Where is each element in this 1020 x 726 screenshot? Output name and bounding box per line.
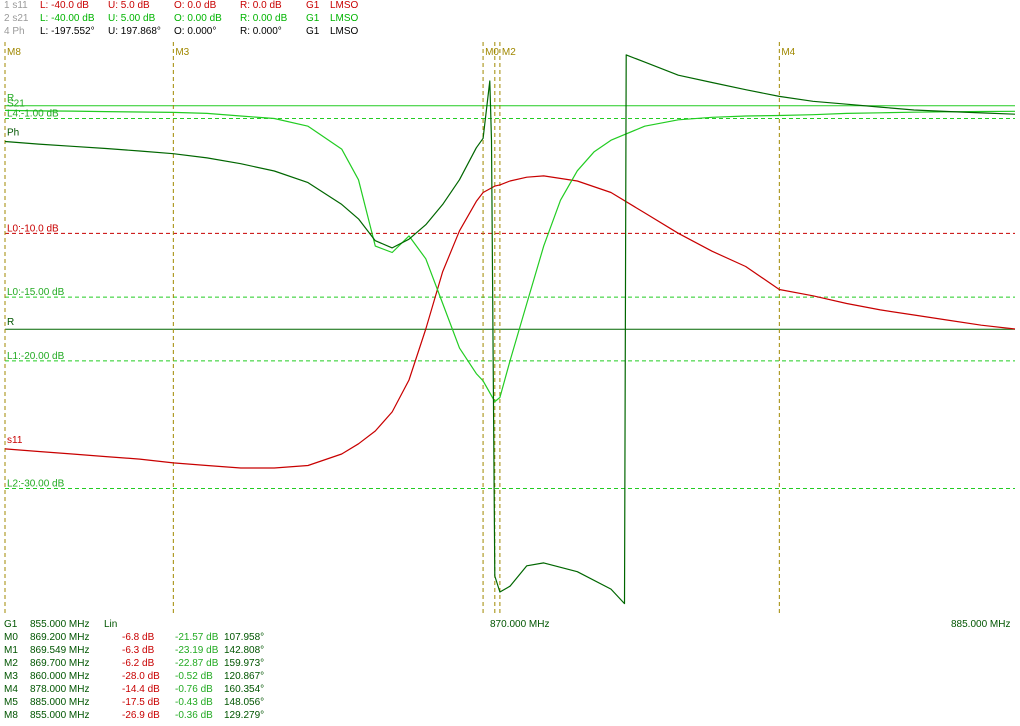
marker-cell-freq: 869.200 MHz [30,632,90,643]
marker-label-m0: M0 [485,47,499,58]
trace-label-s21: S21 [7,98,25,109]
header-mode: LMSO [330,13,359,24]
marker-cell-name: M2 [4,658,18,669]
limit-label-0: L4:-1.00 dB [7,109,59,120]
limit-label-1: L0:-10.0 dB [7,223,59,234]
marker-cell-name: M1 [4,645,18,656]
header-gen: G1 [306,13,320,24]
marker-label-m8: M8 [7,47,21,58]
marker-cell-s11: -28.0 dB [122,671,160,682]
marker-cell-s11: -14.4 dB [122,684,160,695]
header-gen: G1 [306,0,320,11]
header-ref: R: 0.0 dB [240,0,282,11]
marker-cell-s11: -17.5 dB [122,697,160,708]
marker-cell-freq: 869.549 MHz [30,645,90,656]
marker-label-m4: M4 [781,47,795,58]
axis-scale: Lin [104,619,118,630]
limit-label-4: L2:-30.00 dB [7,478,65,489]
header-low: L: -197.552° [40,26,95,37]
marker-cell-freq: 885.000 MHz [30,697,90,708]
header-ref: R: 0.00 dB [240,13,288,24]
marker-cell-name: M0 [4,632,18,643]
axis-gen: G1 [4,619,18,630]
axis-stop: 885.000 MHz [951,619,1011,630]
marker-label-m2: M2 [502,47,516,58]
trace-label-phase: Ph [7,128,19,139]
marker-cell-ph: 129.279° [224,710,265,721]
marker-cell-s11: -6.8 dB [122,632,155,643]
header-ref: R: 0.000° [240,26,282,37]
marker-cell-name: M4 [4,684,18,695]
marker-cell-ph: 107.958° [224,632,265,643]
header-name: 2 s21 [4,13,29,24]
marker-cell-ph: 160.354° [224,684,265,695]
marker-cell-ph: 148.056° [224,697,265,708]
marker-cell-name: M5 [4,697,18,708]
header-off: O: 0.000° [174,26,217,37]
header-mode: LMSO [330,26,359,37]
header-off: O: 0.00 dB [174,13,222,24]
header-up: U: 197.868° [108,26,161,37]
marker-cell-s11: -26.9 dB [122,710,160,721]
chart-plot: L4:-1.00 dB L0:-10.0 dB L0:-15.00 dB L1:-20… [4,42,1016,616]
trace-label-s11: s11 [7,435,23,446]
axis-center: 870.000 MHz [490,619,550,630]
marker-cell-s11: -6.2 dB [122,658,155,669]
header-gen: G1 [306,26,320,37]
marker-cell-s21: -23.19 dB [175,645,219,656]
marker-cell-freq: 860.000 MHz [30,671,90,682]
marker-label-m3: M3 [175,47,189,58]
ref-label-phase: R [7,317,14,328]
header-up: U: 5.0 dB [108,0,150,11]
marker-cell-freq: 855.000 MHz [30,710,90,721]
marker-cell-name: M3 [4,671,18,682]
header-name: 4 Ph [4,26,25,37]
marker-cell-s21: -21.57 dB [175,632,219,643]
marker-cell-ph: 120.867° [224,671,265,682]
header-up: U: 5.00 dB [108,13,156,24]
marker-cell-s21: -22.87 dB [175,658,219,669]
trace-s21 [4,109,1016,403]
header-off: O: 0.0 dB [174,0,217,11]
header-low: L: -40.0 dB [40,0,89,11]
header-low: L: -40.00 dB [40,13,95,24]
marker-cell-s21: -0.36 dB [175,710,213,721]
marker-cell-ph: 142.808° [224,645,265,656]
marker-cell-s21: -0.43 dB [175,697,213,708]
marker-cell-s21: -0.76 dB [175,684,213,695]
header-mode: LMSO [330,0,359,11]
axis-start: 855.000 MHz [30,619,90,630]
limit-label-2: L0:-15.00 dB [7,287,65,298]
limit-label-3: L1:-20.00 dB [7,351,65,362]
marker-cell-name: M8 [4,710,18,721]
marker-cell-freq: 869.700 MHz [30,658,90,669]
marker-cell-s21: -0.52 dB [175,671,213,682]
trace-s11 [4,175,1016,469]
marker-cell-s11: -6.3 dB [122,645,155,656]
header-name: 1 s11 [4,0,28,11]
marker-cell-freq: 878.000 MHz [30,684,90,695]
marker-cell-ph: 159.973° [224,658,265,669]
